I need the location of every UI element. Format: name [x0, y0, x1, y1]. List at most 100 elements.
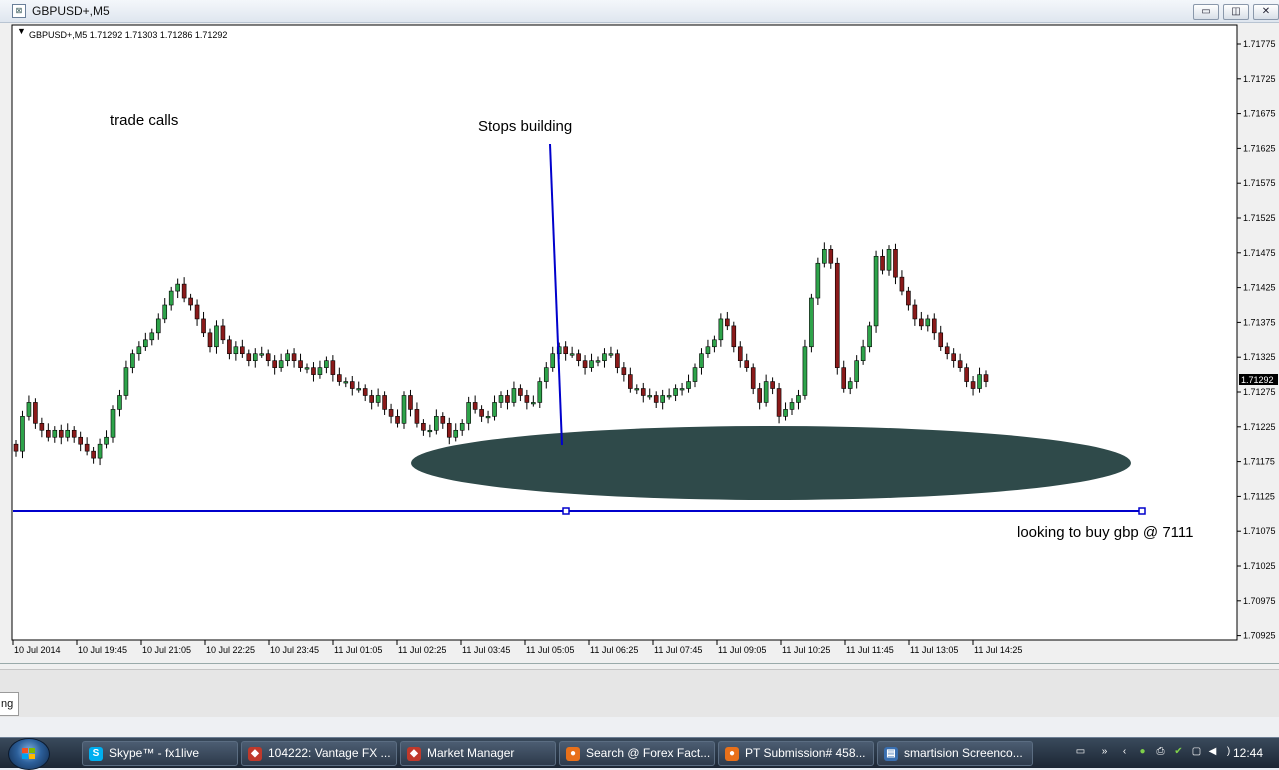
- x-tick-label: 11 Jul 14:25: [974, 645, 1022, 655]
- taskbar-item-label: Search @ Forex Fact...: [586, 746, 711, 760]
- speaker-icon[interactable]: ◀: [1206, 746, 1219, 758]
- taskbar-item[interactable]: ● Search @ Forex Fact...: [559, 741, 715, 766]
- candle-body: [298, 360, 303, 368]
- candle-body: [324, 360, 329, 368]
- candle-body: [873, 255, 879, 327]
- candle-body: [802, 346, 808, 396]
- candle-body: [278, 360, 284, 368]
- candle-body: [446, 423, 452, 438]
- candle-body: [737, 346, 743, 361]
- candle-body: [459, 423, 465, 431]
- price-chart[interactable]: 1.71775 1.71725 1.71675 1.71625 1.71575 1.715…: [0, 23, 1279, 663]
- candle-body: [531, 402, 536, 405]
- show-hidden-icons[interactable]: »: [1098, 746, 1111, 758]
- candle-body: [925, 318, 931, 327]
- maximize-button[interactable]: ◫: [1223, 4, 1249, 20]
- tray-chevron-icon[interactable]: ‹: [1118, 746, 1131, 758]
- y-tick-label: 1.71375: [1243, 317, 1276, 327]
- security-icon[interactable]: ●: [1136, 746, 1149, 758]
- candle-body: [39, 423, 45, 431]
- y-tick-label: 1.71575: [1243, 178, 1276, 188]
- line-handle-mid: [562, 507, 570, 515]
- candle-body: [602, 353, 607, 361]
- candle-body: [834, 262, 840, 368]
- x-tick-label: 10 Jul 22:25: [206, 645, 255, 655]
- candle-body: [388, 409, 394, 417]
- candle-body: [763, 381, 769, 403]
- candle-body: [46, 429, 51, 438]
- clock[interactable]: 12:44: [1233, 746, 1263, 760]
- printer-icon[interactable]: ⎙: [1154, 746, 1167, 758]
- x-tick-label: 11 Jul 01:05: [334, 645, 382, 655]
- x-tick-label: 10 Jul 19:45: [78, 645, 127, 655]
- candle-body: [867, 325, 872, 348]
- candle-body: [349, 381, 355, 389]
- candle-body: [188, 297, 193, 306]
- y-tick-label: 1.71175: [1243, 457, 1275, 467]
- y-tick-label: 1.70925: [1243, 631, 1276, 641]
- candle-body: [356, 388, 362, 391]
- candle-body: [783, 409, 788, 417]
- candle-body: [912, 304, 918, 320]
- candle-body: [382, 395, 387, 410]
- candle-body: [162, 304, 168, 320]
- line-handle-end: [1138, 507, 1146, 515]
- candle-body: [712, 339, 717, 348]
- taskbar-item[interactable]: ● PT Submission# 458...: [718, 741, 874, 766]
- network-icon[interactable]: ▭: [1074, 746, 1087, 758]
- candle-body: [58, 429, 64, 438]
- y-tick-label: 1.71025: [1243, 561, 1276, 571]
- candle-body: [110, 409, 116, 438]
- taskbar-item-label: Market Manager: [427, 746, 515, 760]
- candle-body: [311, 367, 316, 375]
- candle-body: [725, 318, 730, 327]
- candle-body: [233, 346, 239, 355]
- candle-body: [854, 360, 859, 382]
- x-tick-label: 11 Jul 07:45: [654, 645, 702, 655]
- candle-body: [841, 367, 847, 389]
- candle-body: [52, 429, 58, 438]
- terminal-divider[interactable]: [0, 669, 1279, 692]
- candle-body: [686, 381, 691, 389]
- taskbar-item[interactable]: ▤ smartision Screenco...: [877, 741, 1033, 766]
- windows-logo-icon: [22, 748, 36, 760]
- taskbar-item[interactable]: ◆ Market Manager: [400, 741, 556, 766]
- chart-window-icon[interactable]: ⊠: [12, 4, 26, 18]
- sync-icon[interactable]: ✔: [1172, 746, 1185, 758]
- candle-body: [550, 353, 556, 368]
- candle-body: [770, 381, 775, 389]
- candle-body: [608, 353, 614, 356]
- taskbar-app-icon: S: [89, 747, 103, 761]
- terminal-tab[interactable]: ng: [0, 692, 19, 716]
- y-tick-label: 1.71475: [1243, 248, 1276, 258]
- candle-body: [563, 346, 568, 355]
- candle-body: [582, 360, 588, 368]
- close-button[interactable]: ✕: [1253, 4, 1279, 20]
- candle-body: [692, 367, 698, 382]
- candle-body: [505, 395, 510, 403]
- candle-body: [750, 367, 756, 389]
- candle-body: [757, 388, 762, 403]
- candle-body: [168, 290, 174, 306]
- candle-body: [337, 374, 342, 382]
- buy-note-label: looking to buy gbp @ 7111: [1017, 524, 1193, 541]
- taskbar-item[interactable]: S Skype™ - fx1live: [82, 741, 238, 766]
- candle-body: [492, 402, 497, 417]
- taskbar-app-icon: ◆: [248, 747, 262, 761]
- candle-body: [453, 429, 459, 438]
- taskbar-app-icon: ●: [725, 747, 739, 761]
- candle-body: [699, 353, 704, 368]
- candle-body: [906, 290, 911, 306]
- candle-body: [880, 255, 885, 271]
- candle-body: [796, 395, 801, 403]
- minimize-button[interactable]: ▭: [1193, 4, 1219, 20]
- stops-building-label: Stops building: [478, 118, 572, 135]
- candle-body: [628, 374, 633, 389]
- display-icon[interactable]: ▢: [1190, 746, 1203, 758]
- candle-body: [815, 262, 821, 299]
- candle-body: [155, 318, 161, 334]
- status-bar: [0, 717, 1279, 737]
- start-button[interactable]: [8, 738, 50, 770]
- candle-body: [71, 429, 77, 438]
- taskbar-item[interactable]: ◆ 104222: Vantage FX ...: [241, 741, 397, 766]
